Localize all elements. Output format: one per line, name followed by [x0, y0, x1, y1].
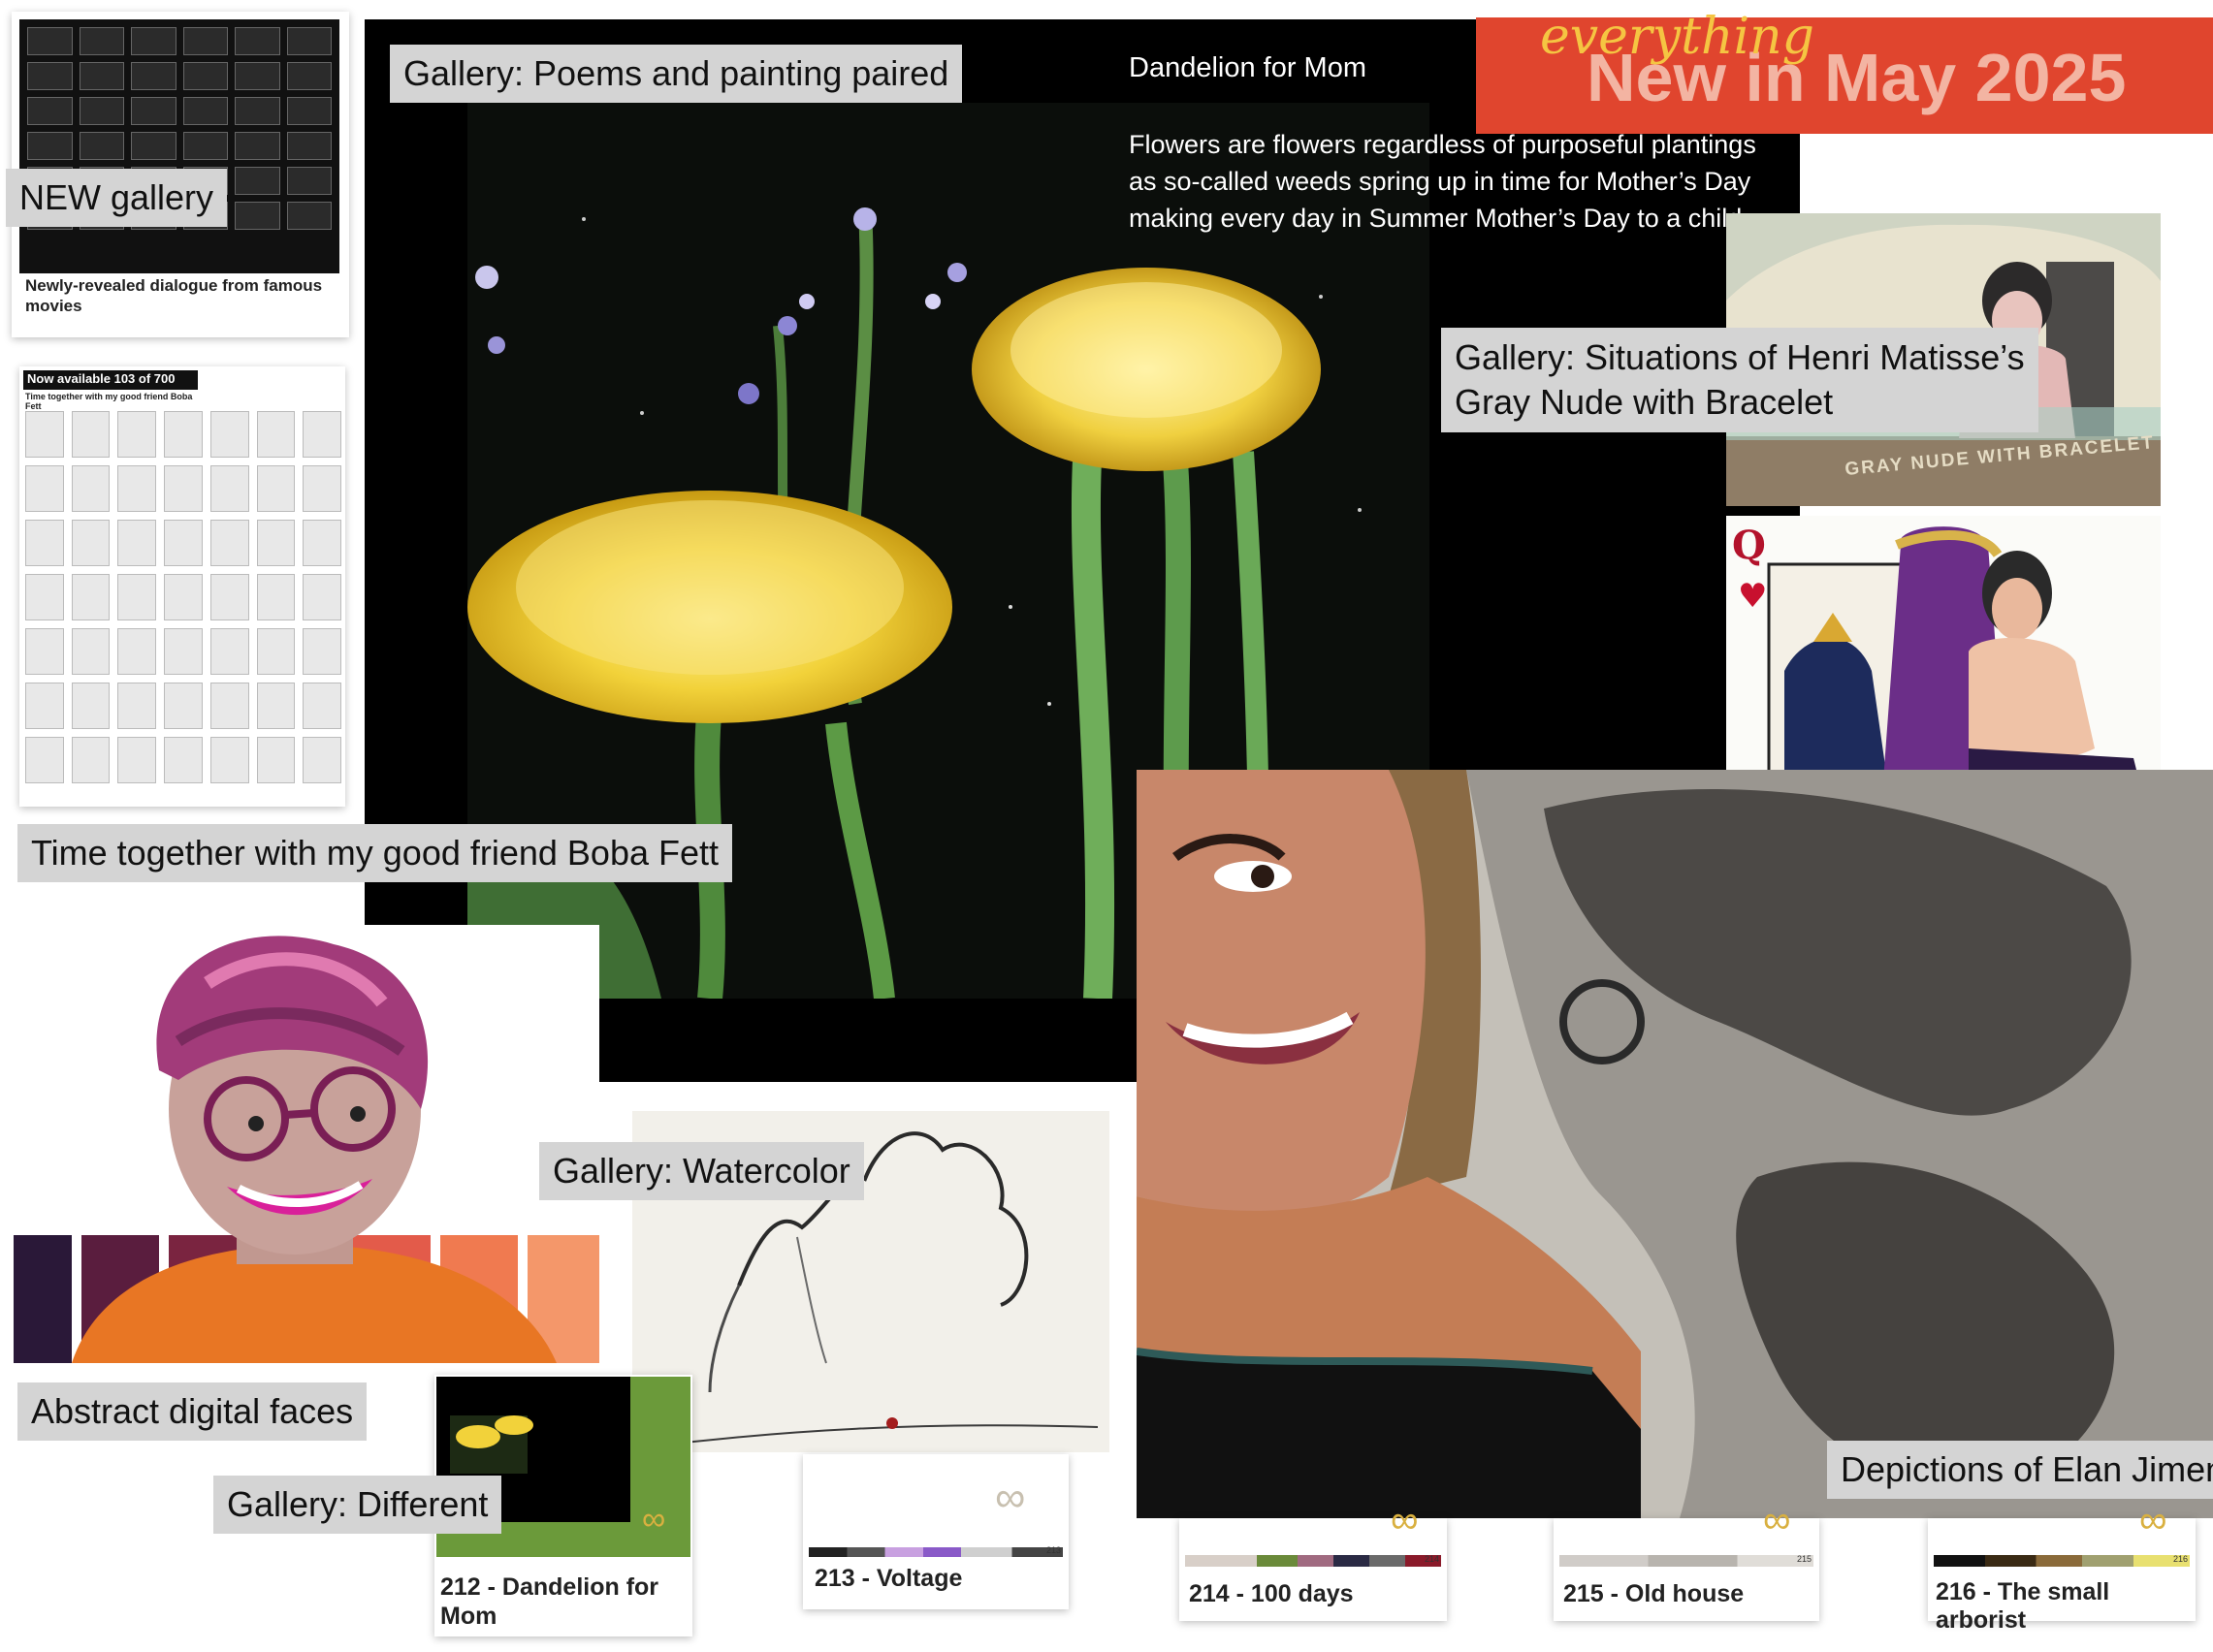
movies-caption: Newly-revealed dialogue from famous movi… — [25, 276, 323, 315]
card-216-title: 216 - The small arborist — [1936, 1578, 2110, 1634]
label-watercolor-gallery[interactable]: Gallery: Watercolor — [539, 1142, 864, 1200]
card-212-logo-icon: ∞ — [642, 1501, 666, 1538]
boba-subheader: Time together with my good friend Boba F… — [25, 392, 193, 411]
card-215-logo-icon: ∞ — [1763, 1499, 1791, 1541]
movies-grid — [19, 19, 339, 273]
boba-fett-gallery-thumbnail[interactable]: Now available 103 of 700 Time together w… — [19, 366, 345, 807]
poem-line: as so-called weeds spring up in time for… — [1129, 167, 1751, 196]
card-213-number: 213 — [1045, 1545, 1061, 1555]
label-abstract-faces[interactable]: Abstract digital faces — [17, 1382, 368, 1441]
poem-title: Dandelion for Mom — [1129, 52, 1366, 83]
card-214-number: 214 — [1424, 1554, 1439, 1564]
gallery-card-213[interactable]: ∞ 213 213 - Voltage — [803, 1454, 1069, 1609]
card-215-number: 215 — [1796, 1554, 1812, 1564]
label-matisse-gallery[interactable]: Gallery: Situations of Henri Matisse’s G… — [1441, 328, 2038, 432]
card-215-title: 215 - Old house — [1563, 1580, 1745, 1607]
card-216-number: 216 — [2172, 1554, 2188, 1564]
poem-body: Flowers are flowers regardless of purpos… — [1129, 126, 1788, 237]
label-boba-fett[interactable]: Time together with my good friend Boba F… — [17, 824, 733, 882]
card-213-logo-icon: ∞ — [995, 1474, 1026, 1521]
gallery-card-215[interactable]: ∞ 215 215 - Old house — [1554, 1499, 1819, 1621]
label-elan-jimenez[interactable]: Depictions of Elan Jimenez — [1827, 1441, 2213, 1499]
card-214-title: 214 - 100 days — [1189, 1580, 1354, 1607]
card-214-swatch-bar — [1185, 1555, 1441, 1567]
gallery-card-214[interactable]: ∞ 214 214 - 100 days — [1179, 1499, 1447, 1621]
svg-text:Q: Q — [1732, 523, 1766, 568]
poem-line: making every day in Summer Mother’s Day … — [1129, 204, 1749, 233]
banner-script-word: everything — [1540, 8, 1814, 66]
svg-text:♥: ♥ — [1738, 577, 1767, 616]
label-matisse-line1: Gallery: Situations of Henri Matisse’s — [1455, 337, 2025, 377]
elan-jimenez-painting[interactable] — [1137, 770, 2213, 1518]
abstract-face-svg — [14, 925, 599, 1363]
card-214-logo-icon: ∞ — [1391, 1499, 1419, 1541]
card-215-swatch-bar — [1559, 1555, 1813, 1567]
abstract-digital-face[interactable] — [14, 925, 599, 1363]
gallery-card-216[interactable]: ∞ 216 216 - The small arborist — [1928, 1499, 2196, 1634]
boba-grid — [25, 411, 341, 799]
label-different-gallery[interactable]: Gallery: Different — [213, 1476, 502, 1534]
label-new-gallery[interactable]: NEW gallery — [6, 169, 228, 227]
card-212-title: 212 - Dandelion for Mom — [440, 1573, 659, 1630]
card-213-swatch-bar — [809, 1547, 1063, 1557]
boba-header: Now available 103 of 700 — [23, 370, 198, 390]
label-matisse-line2: Gray Nude with Bracelet — [1455, 382, 1834, 422]
card-213-title: 213 - Voltage — [815, 1565, 963, 1592]
label-poems-gallery[interactable]: Gallery: Poems and painting paired — [390, 45, 963, 103]
card-216-swatch-bar — [1934, 1555, 2190, 1567]
new-in-may-banner: New in May 2025 everything — [1476, 8, 2213, 134]
elan-painting-svg — [1137, 770, 2213, 1518]
card-216-logo-icon: ∞ — [2139, 1499, 2167, 1541]
